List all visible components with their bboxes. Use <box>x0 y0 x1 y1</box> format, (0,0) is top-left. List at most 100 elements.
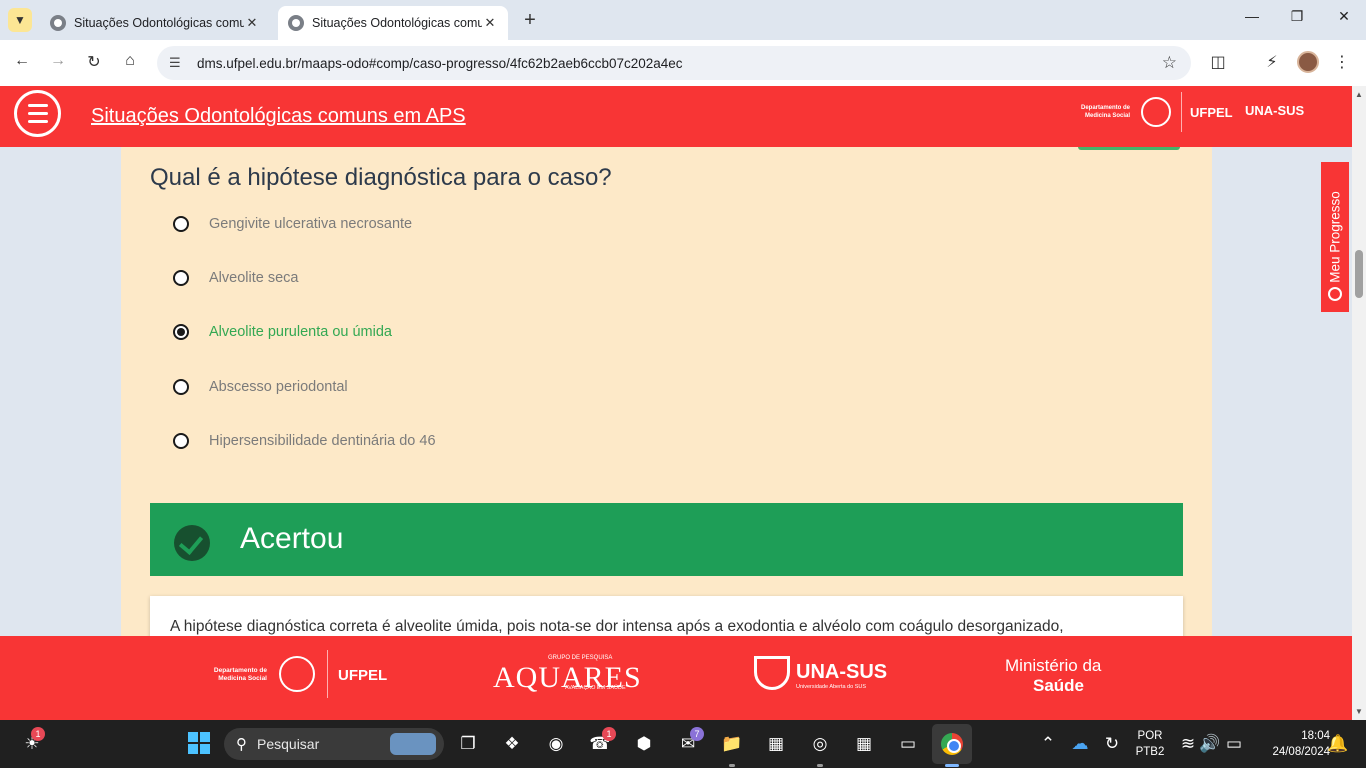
aquares-tagline-bottom: AVALIAÇÃO EM SAÚDE <box>565 685 626 691</box>
radio-button-selected[interactable] <box>173 324 189 340</box>
file-explorer-icon[interactable]: 📁 <box>720 732 744 756</box>
taskbar-search[interactable]: ⚲ Pesquisar <box>224 728 444 760</box>
tab-close-icon[interactable]: ✕ <box>482 15 498 31</box>
dept-medicina-social-logo: Departamento de Medicina Social <box>213 667 267 682</box>
page-scrollbar[interactable]: ▲ ▼ <box>1352 86 1366 720</box>
windows-taskbar: ☀ 1 ⚲ Pesquisar ❐ ❖ ◉ ☎ 1 ⬢ ✉ 7 📁 ▦ ◎ ▦ … <box>0 720 1366 768</box>
remote-desktop-icon[interactable]: ▭ <box>896 732 920 756</box>
progress-tab-label: Meu Progresso <box>1327 191 1343 283</box>
card-top-tab <box>1078 147 1180 150</box>
answer-option[interactable]: Alveolite purulenta ou úmida <box>173 320 392 344</box>
meu-progresso-tab[interactable]: Meu Progresso <box>1321 162 1349 312</box>
notification-bell-icon[interactable]: 🔔 <box>1326 732 1350 756</box>
copilot-icon[interactable]: ❖ <box>500 732 524 756</box>
new-tab-button[interactable]: + <box>520 10 540 30</box>
microsoft-store-icon[interactable]: ▦ <box>764 732 788 756</box>
question-title: Qual é a hipótese diagnóstica para o cas… <box>150 164 612 191</box>
option-label: Abscesso periodontal <box>209 379 348 395</box>
sync-icon[interactable]: ↻ <box>1100 732 1124 756</box>
radio-button[interactable] <box>173 216 189 232</box>
volume-icon[interactable]: 🔊 <box>1198 732 1222 756</box>
globe-icon <box>50 15 66 31</box>
tab-title: Situações Odontológicas comu <box>74 16 244 30</box>
minimize-icon[interactable]: — <box>1240 8 1264 24</box>
answer-option[interactable]: Gengivite ulcerativa necrosante <box>173 212 412 236</box>
task-view-icon[interactable]: ❐ <box>456 732 480 756</box>
notification-badge: 7 <box>690 727 704 741</box>
unasus-shield-icon <box>754 656 790 690</box>
browser-tab-1[interactable]: Situações Odontológicas comu ✕ <box>40 6 270 40</box>
wifi-icon[interactable]: ≋ <box>1176 732 1200 756</box>
scroll-up-arrow-icon[interactable]: ▲ <box>1355 90 1363 99</box>
url-text[interactable]: dms.ufpel.edu.br/maaps-odo#comp/caso-pro… <box>197 56 683 71</box>
question-card: Qual é a hipótese diagnóstica para o cas… <box>121 147 1212 656</box>
browser-tab-2[interactable]: Situações Odontológicas comu ✕ <box>278 6 508 40</box>
hamburger-menu-icon[interactable] <box>14 90 61 137</box>
option-label: Alveolite purulenta ou úmida <box>209 324 392 340</box>
radio-button[interactable] <box>173 433 189 449</box>
option-label: Hipersensibilidade dentinária do 46 <box>209 433 436 449</box>
browser-tab-strip: ▼ Situações Odontológicas comu ✕ Situaçõ… <box>0 0 1366 40</box>
windows-start-icon[interactable] <box>188 732 210 754</box>
explanation-text: A hipótese diagnóstica correta é alveoli… <box>170 618 1064 635</box>
search-highlight-image <box>390 733 436 755</box>
extensions-puzzle-icon[interactable]: ◫ <box>1206 52 1230 72</box>
site-info-icon[interactable]: ☰ <box>169 55 185 71</box>
calculator-icon[interactable]: ▦ <box>852 732 876 756</box>
unasus-tagline: Universidade Aberta do SUS <box>796 684 867 690</box>
back-arrow-icon[interactable]: ← <box>10 52 34 70</box>
window-close-icon[interactable]: ✕ <box>1332 8 1356 25</box>
answer-option[interactable]: Abscesso periodontal <box>173 375 348 399</box>
battery-icon[interactable]: ▭ <box>1222 732 1246 756</box>
globe-icon <box>288 15 304 31</box>
ufpel-seal-icon <box>279 656 315 692</box>
app-hexagon-icon[interactable]: ⬢ <box>632 732 656 756</box>
option-label: Alveolite seca <box>209 270 299 286</box>
ufpel-logo: UFPEL <box>1190 105 1233 120</box>
option-label: Gengivite ulcerativa necrosante <box>209 216 413 232</box>
performance-icon[interactable]: ⚡ <box>1260 52 1284 72</box>
home-icon[interactable]: ⌂ <box>118 52 142 70</box>
progress-icon <box>1328 287 1342 301</box>
footer-divider <box>327 650 328 698</box>
ufpel-logo: UFPEL <box>338 667 388 684</box>
tab-search-chevron-icon[interactable]: ▼ <box>8 8 32 32</box>
answer-option[interactable]: Alveolite seca <box>173 266 298 290</box>
header-divider <box>1181 92 1182 132</box>
restore-icon[interactable]: ❐ <box>1285 8 1309 25</box>
scroll-thumb[interactable] <box>1355 250 1363 298</box>
ministerio-logo-line2: Saúde <box>1033 676 1085 695</box>
address-bar[interactable]: ☰ dms.ufpel.edu.br/maaps-odo#comp/caso-p… <box>157 46 1191 80</box>
search-icon: ⚲ <box>236 736 247 753</box>
radio-button[interactable] <box>173 270 189 286</box>
more-menu-icon[interactable]: ⋮ <box>1330 52 1354 72</box>
input-language[interactable]: POR <box>1135 730 1165 742</box>
onedrive-cloud-icon[interactable]: ☁ <box>1068 732 1092 756</box>
chevron-up-icon[interactable]: ⌃ <box>1036 732 1060 756</box>
edge-icon[interactable]: ◎ <box>808 732 832 756</box>
site-footer: Departamento de Medicina Social UFPEL GR… <box>0 636 1352 720</box>
notification-badge: 1 <box>31 727 45 741</box>
teams-icon[interactable]: ◉ <box>544 732 568 756</box>
radio-button[interactable] <box>173 379 189 395</box>
site-header: Situações Odontológicas comuns em APS De… <box>0 86 1352 147</box>
running-indicator <box>729 764 735 767</box>
reload-icon[interactable]: ↻ <box>82 52 106 72</box>
clock-time[interactable]: 18:04 <box>1254 730 1330 742</box>
chrome-icon[interactable] <box>941 733 963 755</box>
tab-close-icon[interactable]: ✕ <box>244 15 260 31</box>
tab-title: Situações Odontológicas comu <box>312 16 482 30</box>
unasus-logo: UNA-SUS <box>796 661 888 683</box>
clock-date[interactable]: 24/08/2024 <box>1254 746 1330 758</box>
search-placeholder: Pesquisar <box>257 736 320 752</box>
profile-avatar[interactable] <box>1297 51 1319 73</box>
answer-option[interactable]: Hipersensibilidade dentinária do 46 <box>173 429 436 453</box>
site-title-link[interactable]: Situações Odontológicas comuns em APS <box>91 105 466 128</box>
running-indicator <box>817 764 823 767</box>
keyboard-layout[interactable]: PTB2 <box>1135 746 1165 758</box>
dept-medicina-social-logo: Departamento de Medicina Social <box>1080 105 1130 119</box>
bookmark-star-icon[interactable]: ☆ <box>1162 53 1177 73</box>
forward-arrow-icon[interactable]: → <box>46 52 70 70</box>
scroll-down-arrow-icon[interactable]: ▼ <box>1355 707 1363 716</box>
page-body: Qual é a hipótese diagnóstica para o cas… <box>0 147 1352 656</box>
